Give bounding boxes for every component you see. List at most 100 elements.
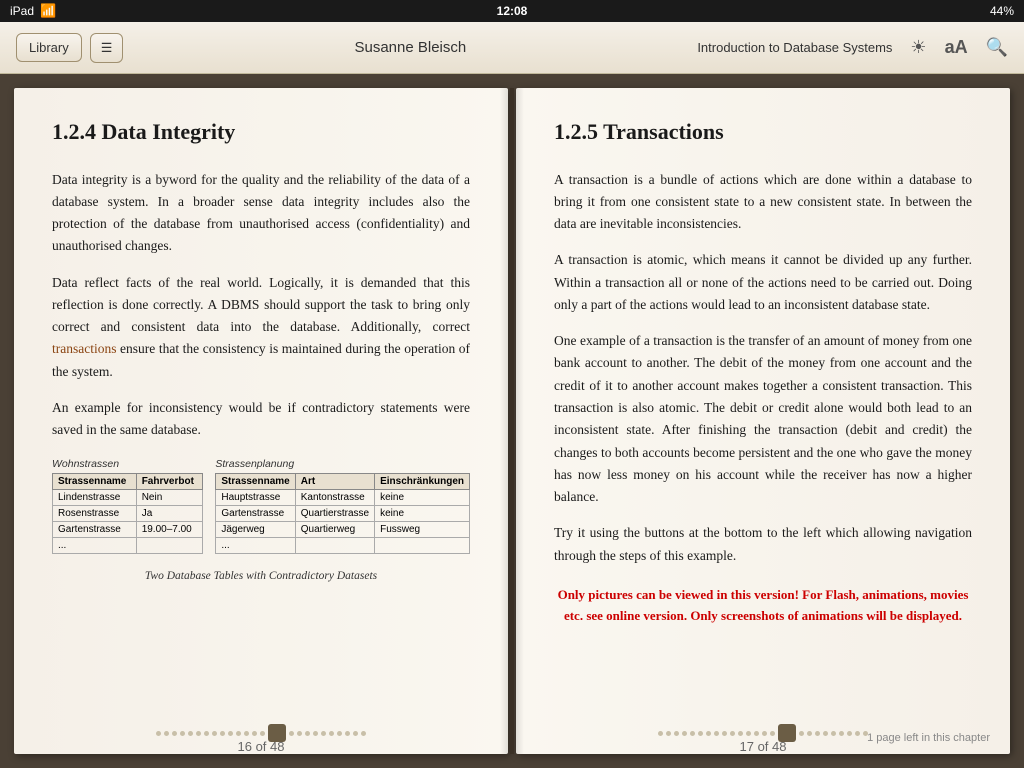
left-para3: An example for inconsistency would be if… bbox=[52, 397, 470, 442]
library-button[interactable]: Library bbox=[16, 33, 82, 62]
table-row: ... bbox=[216, 537, 470, 553]
table2-r1c1: Hauptstrasse bbox=[216, 489, 295, 505]
table2-col1-header: Strassenname bbox=[216, 473, 295, 489]
dot bbox=[690, 731, 695, 736]
table2-r2c1: Gartenstrasse bbox=[216, 505, 295, 521]
dot bbox=[799, 731, 804, 736]
table2-col2-header: Art bbox=[295, 473, 374, 489]
dot bbox=[823, 731, 828, 736]
left-page: 1.2.4 Data Integrity Data integrity is a… bbox=[14, 88, 508, 754]
dot bbox=[722, 731, 727, 736]
table1-r4c2 bbox=[136, 537, 203, 553]
table1-r1c1: Lindenstrasse bbox=[53, 489, 137, 505]
font-size-icon[interactable]: aA bbox=[945, 37, 968, 58]
table2-r3c1: Jägerweg bbox=[216, 521, 295, 537]
table-row: Gartenstrasse 19.00–7.00 bbox=[53, 521, 203, 537]
left-para2: Data reflect facts of the real world. Lo… bbox=[52, 272, 470, 383]
table-row: Rosenstrasse Ja bbox=[53, 505, 203, 521]
status-right: 44% bbox=[990, 4, 1014, 18]
right-para2: A transaction is atomic, which means it … bbox=[554, 249, 972, 316]
table2-title: Strassenplanung bbox=[215, 458, 470, 470]
left-chapter-title: 1.2.4 Data Integrity bbox=[52, 118, 470, 147]
dot bbox=[682, 731, 687, 736]
dot bbox=[746, 731, 751, 736]
table2-r1c3: keine bbox=[375, 489, 470, 505]
dot bbox=[337, 731, 342, 736]
table2-r4c3 bbox=[375, 537, 470, 553]
table2-r4c2 bbox=[295, 537, 374, 553]
right-para4: Try it using the buttons at the bottom t… bbox=[554, 522, 972, 567]
table2-col3-header: Einschränkungen bbox=[375, 473, 470, 489]
dot-current bbox=[778, 724, 796, 742]
status-time: 12:08 bbox=[497, 4, 528, 18]
table1-wrapper: Wohnstrassen Strassenname Fahrverbot Lin… bbox=[52, 458, 203, 554]
right-para3: One example of a transaction is the tran… bbox=[554, 330, 972, 508]
dot bbox=[738, 731, 743, 736]
dot bbox=[204, 731, 209, 736]
search-icon[interactable]: 🔍 bbox=[986, 37, 1008, 58]
left-page-dots bbox=[14, 724, 508, 742]
dot bbox=[220, 731, 225, 736]
dot bbox=[196, 731, 201, 736]
dot bbox=[674, 731, 679, 736]
table1-title: Wohnstrassen bbox=[52, 458, 203, 470]
brightness-icon[interactable]: ☀ bbox=[910, 37, 926, 58]
dot bbox=[156, 731, 161, 736]
dot bbox=[289, 731, 294, 736]
dot bbox=[188, 731, 193, 736]
dot bbox=[297, 731, 302, 736]
right-chapter-title: 1.2.5 Transactions bbox=[554, 118, 972, 147]
table1-r2c1: Rosenstrasse bbox=[53, 505, 137, 521]
table2-r3c3: Fussweg bbox=[375, 521, 470, 537]
dot bbox=[730, 731, 735, 736]
dot bbox=[313, 731, 318, 736]
battery-label: 44% bbox=[990, 4, 1014, 18]
left-para1: Data integrity is a byword for the quali… bbox=[52, 169, 470, 258]
flash-warning: Only pictures can be viewed in this vers… bbox=[554, 585, 972, 627]
table1-col2-header: Fahrverbot bbox=[136, 473, 203, 489]
dot bbox=[855, 731, 860, 736]
status-bar: iPad 📶 12:08 44% bbox=[0, 0, 1024, 22]
toc-button[interactable]: ☰ bbox=[90, 33, 124, 63]
dot bbox=[172, 731, 177, 736]
left-para2-text: Data reflect facts of the real world. Lo… bbox=[52, 275, 470, 335]
table1-r3c1: Gartenstrasse bbox=[53, 521, 137, 537]
table1: Strassenname Fahrverbot Lindenstrasse Ne… bbox=[52, 473, 203, 554]
table2-r4c1: ... bbox=[216, 537, 295, 553]
dot bbox=[714, 731, 719, 736]
dot bbox=[839, 731, 844, 736]
book-title-label: Introduction to Database Systems bbox=[697, 40, 892, 55]
wifi-icon: 📶 bbox=[40, 3, 56, 19]
dot bbox=[329, 731, 334, 736]
table-row: Gartenstrasse Quartierstrasse keine bbox=[216, 505, 470, 521]
right-page: 1.2.5 Transactions A transaction is a bu… bbox=[516, 88, 1010, 754]
table2-r3c2: Quartierweg bbox=[295, 521, 374, 537]
page-chapter-note: 1 page left in this chapter bbox=[867, 732, 990, 744]
dot bbox=[252, 731, 257, 736]
transactions-link[interactable]: transactions bbox=[52, 341, 116, 356]
dot bbox=[260, 731, 265, 736]
toolbar: Library ☰ Susanne Bleisch Introduction t… bbox=[0, 22, 1024, 74]
table2-wrapper: Strassenplanung Strassenname Art Einschr… bbox=[215, 458, 470, 554]
table1-r4c1: ... bbox=[53, 537, 137, 553]
toolbar-right: Introduction to Database Systems ☀ aA 🔍 bbox=[697, 37, 1008, 58]
left-page-footer: 16 of 48 bbox=[14, 716, 508, 754]
right-page-footer: 17 of 48 1 page left in this chapter bbox=[516, 716, 1010, 754]
table2: Strassenname Art Einschränkungen Hauptst… bbox=[215, 473, 470, 554]
table-row: Jägerweg Quartierweg Fussweg bbox=[216, 521, 470, 537]
book-spine bbox=[510, 88, 514, 754]
table1-r2c2: Ja bbox=[136, 505, 203, 521]
table-row: Lindenstrasse Nein bbox=[53, 489, 203, 505]
dot bbox=[698, 731, 703, 736]
tables-container: Wohnstrassen Strassenname Fahrverbot Lin… bbox=[52, 458, 470, 554]
dot bbox=[236, 731, 241, 736]
dot bbox=[321, 731, 326, 736]
dot bbox=[658, 731, 663, 736]
table2-r1c2: Kantonstrasse bbox=[295, 489, 374, 505]
status-left: iPad 📶 bbox=[10, 3, 56, 19]
table2-r2c3: keine bbox=[375, 505, 470, 521]
dot-current bbox=[268, 724, 286, 742]
dot bbox=[361, 731, 366, 736]
table1-col1-header: Strassenname bbox=[53, 473, 137, 489]
dot bbox=[815, 731, 820, 736]
